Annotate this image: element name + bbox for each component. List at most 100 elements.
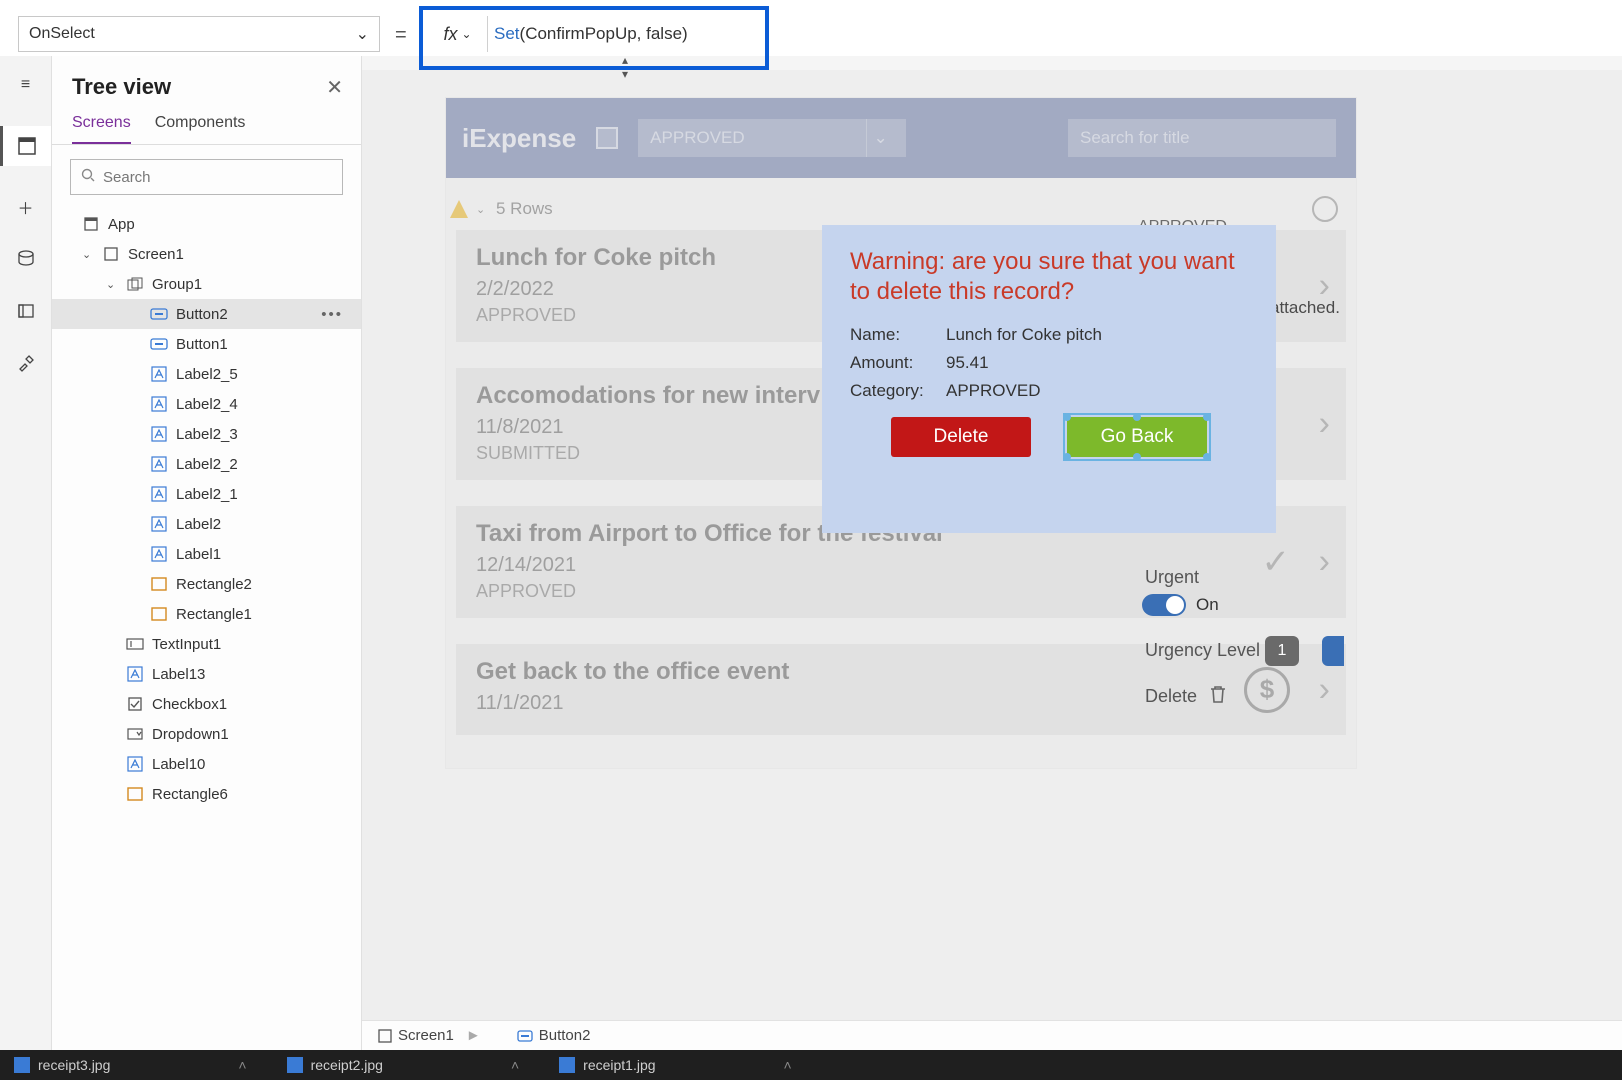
side-delete-label: Delete xyxy=(1145,686,1197,707)
tree-search-input[interactable]: Search xyxy=(70,159,343,195)
selection-handle[interactable] xyxy=(1203,413,1211,421)
label-icon xyxy=(150,515,168,533)
label-icon xyxy=(150,395,168,413)
dropdown-icon xyxy=(126,725,144,743)
chevron-up-icon: ˄ xyxy=(784,1057,792,1073)
tree-item-label: Label13 xyxy=(152,666,205,683)
selection-handle[interactable] xyxy=(1063,413,1071,421)
urgency-level-2[interactable] xyxy=(1322,636,1344,666)
taskbar-file-3[interactable]: receipt1.jpg ˄ xyxy=(559,1057,792,1073)
selection-handle[interactable] xyxy=(1203,453,1211,461)
button-icon xyxy=(150,305,168,323)
breadcrumb-screen[interactable]: Screen1 ► xyxy=(370,1023,489,1048)
tree-item-label: Group1 xyxy=(152,276,202,293)
tree-item-group1[interactable]: ⌄Group1 xyxy=(52,269,361,299)
urgent-toggle[interactable] xyxy=(1142,594,1186,616)
tree-item-label2_4[interactable]: Label2_4 xyxy=(52,389,361,419)
screen-icon xyxy=(102,245,120,263)
more-icon[interactable]: ••• xyxy=(321,306,351,323)
chevron-down-icon: ⌄ xyxy=(866,119,894,157)
tree-item-label2[interactable]: Label2 xyxy=(52,509,361,539)
formula-bar-highlight xyxy=(419,6,769,70)
selection-handle[interactable] xyxy=(1133,413,1141,421)
taskbar-file-2-label: receipt2.jpg xyxy=(311,1057,383,1073)
tree-item-label: Rectangle1 xyxy=(176,606,252,623)
tree-item-rectangle1[interactable]: Rectangle1 xyxy=(52,599,361,629)
tree-item-rectangle6[interactable]: Rectangle6 xyxy=(52,779,361,809)
popup-amount-key: Amount: xyxy=(850,353,946,373)
label-icon xyxy=(150,485,168,503)
label-icon xyxy=(150,425,168,443)
tree-item-button1[interactable]: Button1 xyxy=(52,329,361,359)
textinput-icon xyxy=(126,635,144,653)
tree-item-rectangle2[interactable]: Rectangle2 xyxy=(52,569,361,599)
chevron-up-icon: ˄ xyxy=(511,1057,519,1073)
chevron-up-icon: ˄ xyxy=(238,1057,246,1073)
popup-amount-value: 95.41 xyxy=(946,353,989,373)
tools-icon[interactable] xyxy=(15,352,37,374)
tree-item-label2_3[interactable]: Label2_3 xyxy=(52,419,361,449)
tree-item-app[interactable]: App xyxy=(52,209,361,239)
title-search-input[interactable]: Search for title xyxy=(1068,119,1336,157)
chevron-right-icon[interactable]: › xyxy=(1319,405,1330,444)
insert-icon[interactable]: ＋ xyxy=(15,196,37,218)
tree-item-label2_1[interactable]: Label2_1 xyxy=(52,479,361,509)
chevron-down-icon: ⌄ xyxy=(82,248,94,261)
tab-components[interactable]: Components xyxy=(155,108,246,144)
tab-screens[interactable]: Screens xyxy=(72,108,131,144)
property-dropdown-value: OnSelect xyxy=(29,25,95,43)
tree-item-dropdown1[interactable]: Dropdown1 xyxy=(52,719,361,749)
go-back-button[interactable]: Go Back xyxy=(1067,417,1207,457)
chevron-right-icon[interactable]: › xyxy=(1319,543,1330,582)
tree-item-label13[interactable]: Label13 xyxy=(52,659,361,689)
tree-item-textinput1[interactable]: TextInput1 xyxy=(52,629,361,659)
tree-item-label2_2[interactable]: Label2_2 xyxy=(52,449,361,479)
tree-item-label1[interactable]: Label1 xyxy=(52,539,361,569)
popup-category-key: Category: xyxy=(850,381,946,401)
tree-item-label: Label2_5 xyxy=(176,366,238,383)
selection-handle[interactable] xyxy=(1063,453,1071,461)
tree-view-title: Tree view xyxy=(72,74,171,100)
tree-item-label10[interactable]: Label10 xyxy=(52,749,361,779)
tree-item-label: App xyxy=(108,216,135,233)
confirm-popup: Warning: are you sure that you want to d… xyxy=(822,225,1276,533)
taskbar: receipt3.jpg˄ receipt2.jpg ˄ receipt1.jpg… xyxy=(0,1050,1622,1080)
side-attached-label: attached. xyxy=(1270,298,1340,318)
close-icon[interactable]: ✕ xyxy=(326,75,343,100)
toggle-on-label: On xyxy=(1196,595,1219,615)
chevron-right-icon[interactable]: › xyxy=(1319,670,1330,709)
popup-category-value: APPROVED xyxy=(946,381,1040,401)
record-title: Get back to the office event xyxy=(476,658,1326,686)
resize-handle-icon[interactable]: ▴▾ xyxy=(622,53,628,81)
delete-button[interactable]: Delete xyxy=(891,417,1031,457)
hamburger-icon[interactable]: ≡ xyxy=(15,74,37,96)
chevron-down-icon[interactable]: ⌄ xyxy=(476,203,488,216)
tree-item-checkbox1[interactable]: Checkbox1 xyxy=(52,689,361,719)
tree-item-label: Label10 xyxy=(152,756,205,773)
tree-item-button2[interactable]: Button2••• xyxy=(52,299,361,329)
tree-item-label: Rectangle2 xyxy=(176,576,252,593)
app-title: iExpense xyxy=(462,123,576,154)
selection-handle[interactable] xyxy=(1133,453,1141,461)
data-icon[interactable] xyxy=(15,248,37,270)
refresh-icon[interactable] xyxy=(1312,196,1338,222)
header-checkbox[interactable] xyxy=(596,127,618,149)
status-dropdown[interactable]: APPROVED ⌄ xyxy=(638,119,906,157)
taskbar-file-3-label: receipt1.jpg xyxy=(583,1057,655,1073)
urgency-level-1[interactable]: 1 xyxy=(1265,636,1299,666)
tree-item-label: TextInput1 xyxy=(152,636,221,653)
canvas-area: iExpense APPROVED ⌄ Search for title ⌄ 5… xyxy=(362,70,1622,1020)
tree-item-label2_5[interactable]: Label2_5 xyxy=(52,359,361,389)
property-dropdown[interactable]: OnSelect ⌄ xyxy=(18,16,380,52)
popup-name-key: Name: xyxy=(850,325,946,345)
trash-icon[interactable] xyxy=(1209,684,1227,709)
tree-item-screen1[interactable]: ⌄Screen1 xyxy=(52,239,361,269)
breadcrumb-button[interactable]: Button2 xyxy=(509,1023,599,1048)
media-icon[interactable] xyxy=(15,300,37,322)
tree-item-label: Dropdown1 xyxy=(152,726,229,743)
tree-view-icon[interactable] xyxy=(0,126,51,166)
taskbar-file-1[interactable]: receipt3.jpg˄ xyxy=(14,1057,247,1073)
dollar-icon[interactable]: $ xyxy=(1244,667,1290,713)
taskbar-file-2[interactable]: receipt2.jpg ˄ xyxy=(287,1057,520,1073)
check-icon[interactable]: ✓ xyxy=(1262,542,1291,582)
